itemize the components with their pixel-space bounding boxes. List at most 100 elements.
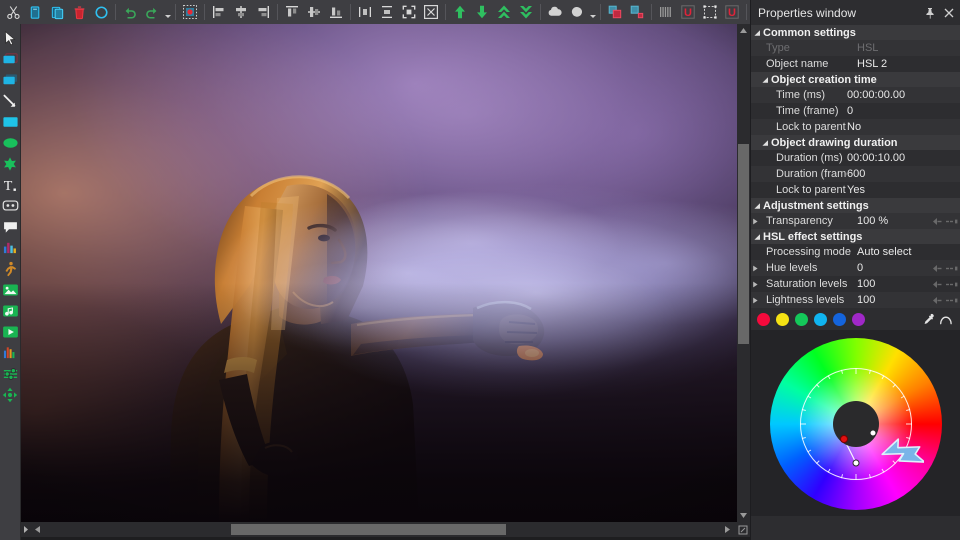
keyframe-controls[interactable] <box>932 260 958 276</box>
bounding-box-icon[interactable] <box>699 1 721 23</box>
row-expand-triangle-icon[interactable] <box>751 265 760 272</box>
group-objects-icon[interactable] <box>604 1 626 23</box>
property-value[interactable]: 00:00:10.00 <box>847 152 960 164</box>
line-tool-icon[interactable] <box>0 90 21 111</box>
swatch-green[interactable] <box>795 312 808 326</box>
hue-handle-lower[interactable] <box>852 459 859 467</box>
equalizer-tool-icon[interactable] <box>0 342 21 363</box>
row-expand-triangle-icon[interactable] <box>751 297 760 304</box>
property-row[interactable]: Saturation levels 100 <box>751 276 960 292</box>
duplicate-frame-tool-icon[interactable] <box>0 69 21 90</box>
pin-icon[interactable] <box>922 3 938 23</box>
property-row[interactable]: Lock to parent durYes <box>751 182 960 198</box>
reset-icon[interactable] <box>937 310 954 328</box>
property-row[interactable]: Type HSL <box>751 40 960 56</box>
uppercase-u-alt-icon[interactable]: U <box>721 1 743 23</box>
property-value[interactable]: 0 <box>847 105 960 117</box>
shape-blob-icon[interactable] <box>566 1 588 23</box>
hsl-color-wheel[interactable] <box>769 338 942 510</box>
video-tool-icon[interactable] <box>0 321 21 342</box>
scroll-right-arrow[interactable] <box>721 523 734 536</box>
hue-handle-center[interactable] <box>839 435 848 443</box>
align-top-icon[interactable] <box>281 1 303 23</box>
property-row[interactable]: Transparency 100 % <box>751 213 960 229</box>
group-collapse-triangle-icon[interactable] <box>751 202 763 210</box>
property-group-header[interactable]: Adjustment settings <box>751 198 960 213</box>
chart-tool-icon[interactable] <box>0 237 21 258</box>
paste-icon[interactable] <box>46 1 68 23</box>
horizontal-scroll-thumb[interactable] <box>231 524 506 535</box>
move-to-bottom-icon[interactable] <box>515 1 537 23</box>
swatch-magenta[interactable] <box>852 312 865 326</box>
align-left-icon[interactable] <box>208 1 230 23</box>
pointer-tool-icon[interactable] <box>0 27 21 48</box>
scroll-up-arrow[interactable] <box>737 24 750 37</box>
property-row[interactable]: Duration (frames)600 <box>751 166 960 182</box>
sliders-tool-icon[interactable] <box>0 363 21 384</box>
eyedropper-icon[interactable] <box>920 310 937 328</box>
keyframe-controls[interactable] <box>932 213 958 229</box>
property-row[interactable]: Hue levels 0 <box>751 260 960 276</box>
polygon-tool-icon[interactable] <box>0 153 21 174</box>
move-up-icon[interactable] <box>449 1 471 23</box>
shape-cloud-icon[interactable] <box>544 1 566 23</box>
move-down-icon[interactable] <box>471 1 493 23</box>
copy-icon[interactable] <box>24 1 46 23</box>
text-tool-icon[interactable]: T <box>0 174 21 195</box>
scroll-down-arrow[interactable] <box>737 509 750 522</box>
timeline-icon[interactable] <box>655 1 677 23</box>
keyframe-controls[interactable] <box>932 292 958 308</box>
cut-icon[interactable] <box>2 1 24 23</box>
rectangle-tool-icon[interactable] <box>0 111 21 132</box>
transform-tool-icon[interactable] <box>0 384 21 405</box>
scroll-page-left[interactable] <box>21 523 31 536</box>
select-icon[interactable] <box>90 1 112 23</box>
canvas-vertical-scrollbar[interactable] <box>737 24 750 522</box>
vertical-scroll-thumb[interactable] <box>738 144 749 344</box>
property-row[interactable]: Time (ms) 00:00:00.00 <box>751 87 960 103</box>
row-expand-triangle-icon[interactable] <box>751 281 760 288</box>
ellipse-tool-icon[interactable] <box>0 132 21 153</box>
swatch-blue[interactable] <box>833 312 846 326</box>
group-collapse-triangle-icon[interactable] <box>759 76 771 84</box>
resize-grip-icon[interactable] <box>736 523 750 536</box>
property-row[interactable]: Object name HSL 2 <box>751 56 960 72</box>
redo-icon[interactable] <box>141 1 163 23</box>
property-group-header[interactable]: Common settings <box>751 25 960 40</box>
align-bottom-icon[interactable] <box>325 1 347 23</box>
property-value[interactable]: 600 <box>847 168 960 180</box>
property-value[interactable]: HSL 2 <box>857 58 960 70</box>
canvas-horizontal-scrollbar[interactable] <box>21 522 750 537</box>
shape-dropdown-caret[interactable] <box>588 1 597 23</box>
property-value[interactable]: Yes <box>847 184 960 196</box>
preview-canvas[interactable] <box>21 24 737 522</box>
animation-tool-icon[interactable] <box>0 258 21 279</box>
property-group-header[interactable]: Object drawing duration <box>751 135 960 150</box>
undo-icon[interactable] <box>119 1 141 23</box>
delete-icon[interactable] <box>68 1 90 23</box>
property-group-header[interactable]: HSL effect settings <box>751 229 960 244</box>
keyframe-controls[interactable] <box>932 276 958 292</box>
swatch-red[interactable] <box>757 312 770 326</box>
swatch-yellow[interactable] <box>776 312 789 326</box>
property-value[interactable]: No <box>847 121 960 133</box>
rectangle-frame-tool-icon[interactable] <box>0 48 21 69</box>
group-collapse-triangle-icon[interactable] <box>751 29 763 37</box>
group-collapse-triangle-icon[interactable] <box>751 233 763 241</box>
property-row[interactable]: Duration (ms) 00:00:10.00 <box>751 150 960 166</box>
align-middle-icon[interactable] <box>303 1 325 23</box>
swatch-cyan[interactable] <box>814 312 827 326</box>
property-row[interactable]: Processing mode Auto select <box>751 244 960 260</box>
row-expand-triangle-icon[interactable] <box>751 218 760 225</box>
property-value[interactable]: Auto select <box>857 246 960 258</box>
property-row[interactable]: Lightness levels 100 <box>751 292 960 308</box>
group-collapse-triangle-icon[interactable] <box>759 139 771 147</box>
property-row[interactable]: Lock to parent durNo <box>751 119 960 135</box>
scroll-left-arrow[interactable] <box>31 523 44 536</box>
fit-contents-icon[interactable] <box>398 1 420 23</box>
property-value[interactable]: 00:00:00.00 <box>847 89 960 101</box>
distribute-horizontal-icon[interactable] <box>354 1 376 23</box>
align-center-horizontal-icon[interactable] <box>230 1 252 23</box>
redo-dropdown-caret[interactable] <box>163 1 172 23</box>
property-row[interactable]: Time (frame) 0 <box>751 103 960 119</box>
